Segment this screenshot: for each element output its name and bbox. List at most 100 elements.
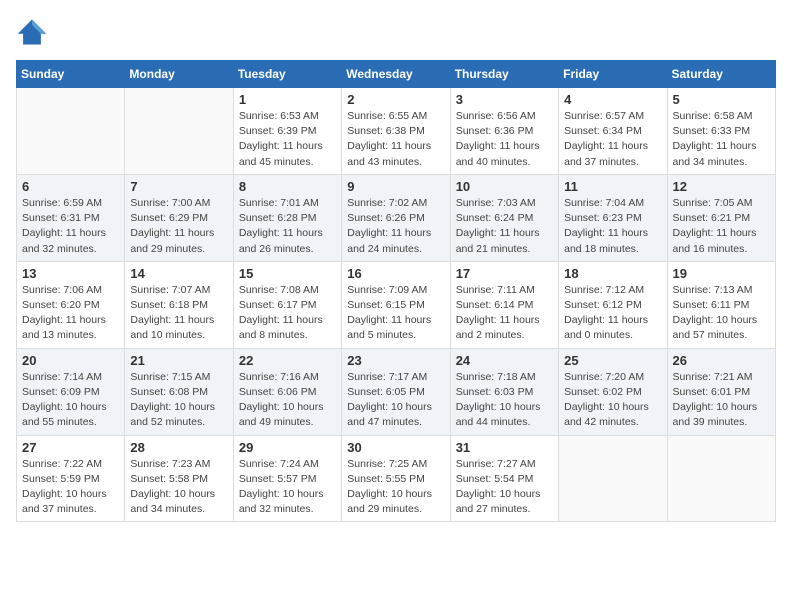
day-number: 4 bbox=[564, 92, 661, 107]
calendar-week-row: 20Sunrise: 7:14 AMSunset: 6:09 PMDayligh… bbox=[17, 348, 776, 435]
calendar-cell: 25 Sunrise: 7:20 AMSunset: 6:02 PMDayligh… bbox=[559, 348, 667, 435]
calendar-cell: 10 Sunrise: 7:03 AMSunset: 6:24 PMDayligh… bbox=[450, 174, 558, 261]
calendar-cell: 28 Sunrise: 7:23 AMSunset: 5:58 PMDayligh… bbox=[125, 435, 233, 522]
calendar-cell bbox=[17, 88, 125, 175]
day-number: 16 bbox=[347, 266, 444, 281]
day-number: 7 bbox=[130, 179, 227, 194]
calendar-cell: 6 Sunrise: 6:59 AMSunset: 6:31 PMDaylight… bbox=[17, 174, 125, 261]
day-info: Sunrise: 7:18 AMSunset: 6:03 PMDaylight:… bbox=[456, 370, 553, 431]
calendar-cell: 16 Sunrise: 7:09 AMSunset: 6:15 PMDayligh… bbox=[342, 261, 450, 348]
day-info: Sunrise: 7:21 AMSunset: 6:01 PMDaylight:… bbox=[673, 370, 770, 431]
day-info: Sunrise: 7:20 AMSunset: 6:02 PMDaylight:… bbox=[564, 370, 661, 431]
day-number: 3 bbox=[456, 92, 553, 107]
calendar-cell: 11 Sunrise: 7:04 AMSunset: 6:23 PMDayligh… bbox=[559, 174, 667, 261]
day-info: Sunrise: 7:00 AMSunset: 6:29 PMDaylight:… bbox=[130, 196, 227, 257]
day-number: 27 bbox=[22, 440, 119, 455]
day-number: 15 bbox=[239, 266, 336, 281]
day-number: 10 bbox=[456, 179, 553, 194]
day-number: 17 bbox=[456, 266, 553, 281]
calendar-cell: 19 Sunrise: 7:13 AMSunset: 6:11 PMDayligh… bbox=[667, 261, 775, 348]
calendar-header-sunday: Sunday bbox=[17, 61, 125, 88]
day-number: 21 bbox=[130, 353, 227, 368]
calendar-cell: 22 Sunrise: 7:16 AMSunset: 6:06 PMDayligh… bbox=[233, 348, 341, 435]
calendar-cell: 15 Sunrise: 7:08 AMSunset: 6:17 PMDayligh… bbox=[233, 261, 341, 348]
day-info: Sunrise: 7:22 AMSunset: 5:59 PMDaylight:… bbox=[22, 457, 119, 518]
day-number: 11 bbox=[564, 179, 661, 194]
day-info: Sunrise: 7:17 AMSunset: 6:05 PMDaylight:… bbox=[347, 370, 444, 431]
day-info: Sunrise: 7:13 AMSunset: 6:11 PMDaylight:… bbox=[673, 283, 770, 344]
day-number: 29 bbox=[239, 440, 336, 455]
calendar-cell: 27 Sunrise: 7:22 AMSunset: 5:59 PMDayligh… bbox=[17, 435, 125, 522]
calendar-cell: 31 Sunrise: 7:27 AMSunset: 5:54 PMDayligh… bbox=[450, 435, 558, 522]
day-info: Sunrise: 7:04 AMSunset: 6:23 PMDaylight:… bbox=[564, 196, 661, 257]
calendar-cell: 9 Sunrise: 7:02 AMSunset: 6:26 PMDaylight… bbox=[342, 174, 450, 261]
day-number: 2 bbox=[347, 92, 444, 107]
calendar-cell: 2 Sunrise: 6:55 AMSunset: 6:38 PMDaylight… bbox=[342, 88, 450, 175]
calendar-cell bbox=[559, 435, 667, 522]
calendar-cell: 21 Sunrise: 7:15 AMSunset: 6:08 PMDayligh… bbox=[125, 348, 233, 435]
day-info: Sunrise: 7:09 AMSunset: 6:15 PMDaylight:… bbox=[347, 283, 444, 344]
day-info: Sunrise: 7:11 AMSunset: 6:14 PMDaylight:… bbox=[456, 283, 553, 344]
day-info: Sunrise: 7:03 AMSunset: 6:24 PMDaylight:… bbox=[456, 196, 553, 257]
calendar-header-monday: Monday bbox=[125, 61, 233, 88]
day-info: Sunrise: 6:59 AMSunset: 6:31 PMDaylight:… bbox=[22, 196, 119, 257]
calendar-cell: 1Sunrise: 6:53 AMSunset: 6:39 PMDaylight… bbox=[233, 88, 341, 175]
day-info: Sunrise: 6:56 AMSunset: 6:36 PMDaylight:… bbox=[456, 109, 553, 170]
calendar-cell: 3 Sunrise: 6:56 AMSunset: 6:36 PMDaylight… bbox=[450, 88, 558, 175]
day-info: Sunrise: 7:14 AMSunset: 6:09 PMDaylight:… bbox=[22, 370, 119, 431]
calendar-cell: 4 Sunrise: 6:57 AMSunset: 6:34 PMDaylight… bbox=[559, 88, 667, 175]
calendar-header-tuesday: Tuesday bbox=[233, 61, 341, 88]
calendar-cell: 26Sunrise: 7:21 AMSunset: 6:01 PMDayligh… bbox=[667, 348, 775, 435]
day-info: Sunrise: 7:05 AMSunset: 6:21 PMDaylight:… bbox=[673, 196, 770, 257]
calendar-cell: 12Sunrise: 7:05 AMSunset: 6:21 PMDayligh… bbox=[667, 174, 775, 261]
page-header bbox=[16, 16, 776, 48]
day-number: 19 bbox=[673, 266, 770, 281]
day-info: Sunrise: 7:02 AMSunset: 6:26 PMDaylight:… bbox=[347, 196, 444, 257]
day-number: 23 bbox=[347, 353, 444, 368]
calendar-cell: 14 Sunrise: 7:07 AMSunset: 6:18 PMDayligh… bbox=[125, 261, 233, 348]
calendar-week-row: 27 Sunrise: 7:22 AMSunset: 5:59 PMDayligh… bbox=[17, 435, 776, 522]
day-number: 9 bbox=[347, 179, 444, 194]
day-info: Sunrise: 7:27 AMSunset: 5:54 PMDaylight:… bbox=[456, 457, 553, 518]
day-info: Sunrise: 6:55 AMSunset: 6:38 PMDaylight:… bbox=[347, 109, 444, 170]
day-number: 8 bbox=[239, 179, 336, 194]
day-number: 18 bbox=[564, 266, 661, 281]
calendar-cell: 20Sunrise: 7:14 AMSunset: 6:09 PMDayligh… bbox=[17, 348, 125, 435]
day-number: 24 bbox=[456, 353, 553, 368]
day-number: 22 bbox=[239, 353, 336, 368]
calendar-week-row: 13Sunrise: 7:06 AMSunset: 6:20 PMDayligh… bbox=[17, 261, 776, 348]
calendar-header-thursday: Thursday bbox=[450, 61, 558, 88]
calendar-header-row: SundayMondayTuesdayWednesdayThursdayFrid… bbox=[17, 61, 776, 88]
day-number: 5 bbox=[673, 92, 770, 107]
day-number: 13 bbox=[22, 266, 119, 281]
day-number: 14 bbox=[130, 266, 227, 281]
calendar-cell: 29Sunrise: 7:24 AMSunset: 5:57 PMDayligh… bbox=[233, 435, 341, 522]
calendar-header-saturday: Saturday bbox=[667, 61, 775, 88]
day-number: 6 bbox=[22, 179, 119, 194]
calendar-cell: 7 Sunrise: 7:00 AMSunset: 6:29 PMDaylight… bbox=[125, 174, 233, 261]
day-info: Sunrise: 7:01 AMSunset: 6:28 PMDaylight:… bbox=[239, 196, 336, 257]
logo bbox=[16, 16, 52, 48]
calendar-cell: 13Sunrise: 7:06 AMSunset: 6:20 PMDayligh… bbox=[17, 261, 125, 348]
day-info: Sunrise: 7:25 AMSunset: 5:55 PMDaylight:… bbox=[347, 457, 444, 518]
day-info: Sunrise: 7:12 AMSunset: 6:12 PMDaylight:… bbox=[564, 283, 661, 344]
calendar-cell: 30Sunrise: 7:25 AMSunset: 5:55 PMDayligh… bbox=[342, 435, 450, 522]
day-number: 25 bbox=[564, 353, 661, 368]
day-number: 31 bbox=[456, 440, 553, 455]
calendar-cell: 8 Sunrise: 7:01 AMSunset: 6:28 PMDaylight… bbox=[233, 174, 341, 261]
calendar-cell: 23 Sunrise: 7:17 AMSunset: 6:05 PMDayligh… bbox=[342, 348, 450, 435]
logo-icon bbox=[16, 16, 48, 48]
day-info: Sunrise: 7:07 AMSunset: 6:18 PMDaylight:… bbox=[130, 283, 227, 344]
calendar-week-row: 6 Sunrise: 6:59 AMSunset: 6:31 PMDaylight… bbox=[17, 174, 776, 261]
day-number: 28 bbox=[130, 440, 227, 455]
calendar-cell: 18 Sunrise: 7:12 AMSunset: 6:12 PMDayligh… bbox=[559, 261, 667, 348]
day-info: Sunrise: 7:23 AMSunset: 5:58 PMDaylight:… bbox=[130, 457, 227, 518]
calendar-header-friday: Friday bbox=[559, 61, 667, 88]
day-info: Sunrise: 7:16 AMSunset: 6:06 PMDaylight:… bbox=[239, 370, 336, 431]
day-info: Sunrise: 7:08 AMSunset: 6:17 PMDaylight:… bbox=[239, 283, 336, 344]
day-info: Sunrise: 7:15 AMSunset: 6:08 PMDaylight:… bbox=[130, 370, 227, 431]
day-info: Sunrise: 6:57 AMSunset: 6:34 PMDaylight:… bbox=[564, 109, 661, 170]
day-info: Sunrise: 6:53 AMSunset: 6:39 PMDaylight:… bbox=[239, 109, 336, 170]
calendar-cell bbox=[667, 435, 775, 522]
calendar-cell: 17 Sunrise: 7:11 AMSunset: 6:14 PMDayligh… bbox=[450, 261, 558, 348]
